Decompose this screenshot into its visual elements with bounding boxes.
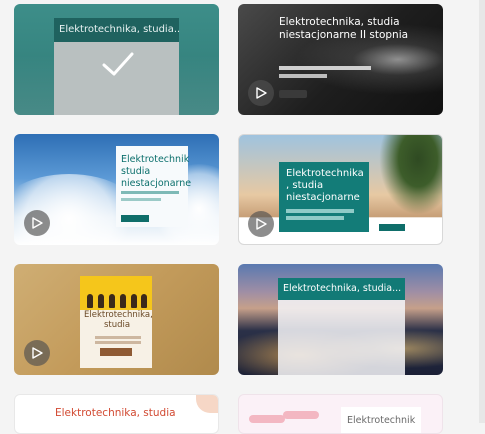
card-title: Elektrotechnika , studia niestacjonarne: [286, 168, 364, 203]
template-card-7[interactable]: Elektrotechnika, studia: [14, 394, 219, 434]
card-title: Elektrotechnika, studia niestacjonarne I…: [279, 16, 409, 41]
decorative-shape: [283, 411, 319, 419]
text-line: [121, 198, 161, 201]
figure-shape: [87, 294, 93, 308]
text-line: [279, 74, 327, 78]
figure-shape: [120, 294, 126, 308]
card-title: Elektrotechnik: [347, 415, 416, 426]
card-title: Elektrotechnik studia niestacjonarne: [121, 154, 192, 189]
button-placeholder: [279, 90, 307, 98]
template-card-5[interactable]: Elektrotechnika, studia: [14, 264, 219, 375]
template-card-1[interactable]: Elektrotechnika, studia...: [14, 4, 219, 115]
palm-tree-shape: [379, 135, 442, 215]
play-icon[interactable]: [24, 340, 50, 366]
play-icon[interactable]: [248, 211, 274, 237]
play-icon[interactable]: [24, 210, 50, 236]
decorative-shape: [249, 415, 285, 423]
text-line: [279, 66, 371, 70]
figure-shape: [131, 294, 137, 308]
card-title: Elektrotechnika, studia...: [278, 278, 405, 300]
card-title: Elektrotechnika, studia...: [54, 18, 179, 42]
template-card-3[interactable]: Elektrotechnik studia niestacjonarne: [14, 134, 219, 245]
card-title: Elektrotechnika, studia: [55, 407, 176, 419]
text-line: [95, 341, 141, 344]
scrollbar-track[interactable]: [479, 0, 485, 423]
figure-shape: [109, 294, 115, 308]
button-placeholder: [379, 224, 405, 231]
figure-shape: [98, 294, 104, 308]
button-placeholder: [100, 348, 132, 356]
template-card-4[interactable]: Elektrotechnika , studia niestacjonarne: [238, 134, 443, 245]
card-title: Elektrotechnika, studia: [84, 310, 153, 330]
text-line: [121, 191, 179, 194]
figure-shape: [141, 294, 147, 308]
decorative-shape: [196, 395, 218, 413]
text-line: [286, 209, 354, 213]
template-card-8[interactable]: Elektrotechnik: [238, 394, 443, 434]
check-icon: [102, 52, 134, 76]
text-line: [95, 336, 141, 339]
play-icon[interactable]: [248, 80, 274, 106]
template-card-2[interactable]: Elektrotechnika, studia niestacjonarne I…: [238, 4, 443, 115]
template-card-6[interactable]: Elektrotechnika, studia...: [238, 264, 443, 375]
text-line: [286, 216, 344, 220]
button-placeholder: [121, 215, 149, 222]
